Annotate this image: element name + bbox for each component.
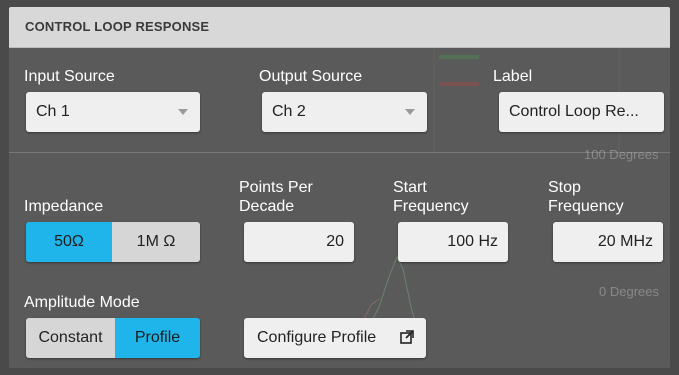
configure-profile-button[interactable]: Configure Profile <box>244 318 426 358</box>
dialog-titlebar: CONTROL LOOP RESPONSE <box>9 7 670 48</box>
start-frequency-value: 100 Hz <box>447 233 498 250</box>
impedance-label: Impedance <box>24 198 104 215</box>
input-source-value: Ch 1 <box>36 103 70 120</box>
stop-frequency-value: 20 MHz <box>597 233 653 250</box>
dialog-title: CONTROL LOOP RESPONSE <box>25 19 210 34</box>
label-input-value: Control Loop Re... <box>509 103 639 120</box>
control-loop-response-dialog: 100 Degrees 0 Degrees CONTROL LOOP RESPO… <box>9 7 670 368</box>
configure-profile-label: Configure Profile <box>257 329 377 346</box>
stop-frequency-label-line1: Stop <box>548 179 581 196</box>
stop-frequency-label-line2: Frequency <box>548 198 624 215</box>
input-source-label: Input Source <box>24 68 115 85</box>
label-field-label: Label <box>493 68 533 85</box>
impedance-option-1m-ohm[interactable]: 1M Ω <box>112 222 200 262</box>
impedance-option-50-ohm[interactable]: 50Ω <box>26 222 112 262</box>
section-divider <box>9 152 670 153</box>
bg-marker-green <box>439 55 479 59</box>
bg-marker-red <box>439 82 479 86</box>
points-per-decade-label-line1: Points Per <box>239 179 313 196</box>
input-source-dropdown[interactable]: Ch 1 <box>26 92 200 132</box>
points-per-decade-input[interactable]: 20 <box>244 222 354 262</box>
amplitude-mode-toggle[interactable]: Constant Profile <box>26 318 200 358</box>
bg-degrees-label-mid: 0 Degrees <box>599 284 659 299</box>
external-open-icon <box>400 330 414 344</box>
amplitude-mode-label: Amplitude Mode <box>24 294 140 311</box>
start-frequency-input[interactable]: 100 Hz <box>398 222 508 262</box>
output-source-value: Ch 2 <box>272 103 306 120</box>
output-source-dropdown[interactable]: Ch 2 <box>262 92 427 132</box>
stop-frequency-input[interactable]: 20 MHz <box>553 222 663 262</box>
chevron-down-icon <box>405 109 415 115</box>
points-per-decade-label-line2: Decade <box>239 198 295 215</box>
start-frequency-label-line2: Frequency <box>393 198 469 215</box>
output-source-label: Output Source <box>259 68 363 85</box>
points-per-decade-value: 20 <box>326 233 344 250</box>
impedance-toggle[interactable]: 50Ω 1M Ω <box>26 222 200 262</box>
amplitude-mode-option-profile[interactable]: Profile <box>115 318 200 358</box>
amplitude-mode-option-constant[interactable]: Constant <box>26 318 115 358</box>
chevron-down-icon <box>178 109 188 115</box>
start-frequency-label-line1: Start <box>393 179 427 196</box>
label-input[interactable]: Control Loop Re... <box>499 92 664 132</box>
bg-degrees-label-top: 100 Degrees <box>584 147 659 162</box>
